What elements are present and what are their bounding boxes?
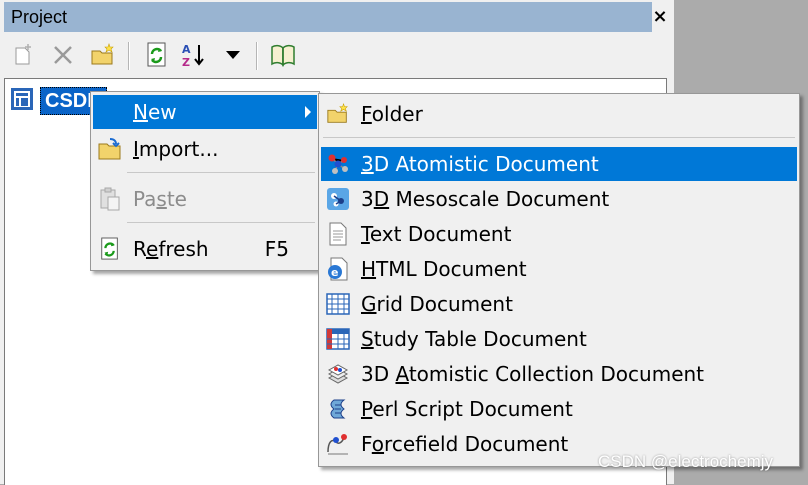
import-icon [98, 137, 122, 161]
submenu-item-html[interactable]: e HTML Document [321, 252, 797, 286]
refresh-icon [98, 237, 122, 261]
menu-item-paste[interactable]: Paste [93, 182, 317, 216]
menu-item-import[interactable]: Import... [93, 132, 317, 166]
new-folder-icon[interactable] [88, 40, 118, 70]
perl-script-icon [326, 397, 350, 421]
new-submenu: Folder 3D Atomistic Document 3D Mesoscal… [318, 93, 800, 467]
text-doc-icon [326, 222, 350, 246]
book-icon[interactable] [268, 40, 298, 70]
menu-item-refresh[interactable]: Refresh F5 [93, 232, 317, 266]
svg-text:Z: Z [182, 56, 190, 68]
submenu-item-perl-script[interactable]: Perl Script Document [321, 392, 797, 426]
submenu-item-collection[interactable]: 3D Atomistic Collection Document [321, 357, 797, 391]
mesoscale-icon [326, 187, 350, 211]
submenu-item-3d-mesoscale[interactable]: 3D Mesoscale Document [321, 182, 797, 216]
refresh-icon[interactable] [142, 40, 172, 70]
collection-icon [326, 362, 350, 386]
delete-icon[interactable] [48, 40, 78, 70]
menu-item-new[interactable]: New [93, 95, 317, 129]
folder-icon [326, 102, 350, 126]
submenu-item-3d-atomistic[interactable]: 3D Atomistic Document [321, 147, 797, 181]
atomistic-icon [326, 152, 350, 176]
submenu-item-study-table[interactable]: Study Table Document [321, 322, 797, 356]
sort-az-icon[interactable]: AZ [178, 40, 208, 70]
svg-text:A: A [182, 43, 191, 56]
svg-text:e: e [331, 266, 338, 279]
html-doc-icon: e [326, 257, 350, 281]
paste-icon [98, 187, 122, 211]
shortcut-label: F5 [264, 237, 289, 261]
new-item-icon[interactable] [8, 40, 38, 70]
submenu-item-folder[interactable]: Folder [321, 97, 797, 131]
toolbar: AZ [4, 36, 669, 74]
project-icon [10, 87, 34, 116]
dropdown-arrow-icon[interactable] [218, 40, 248, 70]
forcefield-icon [326, 432, 350, 456]
close-icon[interactable]: × [650, 2, 670, 32]
submenu-item-grid[interactable]: Grid Document [321, 287, 797, 321]
grid-doc-icon [326, 292, 350, 316]
submenu-item-text[interactable]: Text Document [321, 217, 797, 251]
context-menu: New Import... Paste Refresh F5 [90, 91, 320, 271]
watermark: CSDN @electrochemjy [598, 452, 774, 471]
study-table-icon [326, 327, 350, 351]
panel-title: Project [4, 2, 652, 32]
submenu-arrow-icon [305, 106, 311, 118]
